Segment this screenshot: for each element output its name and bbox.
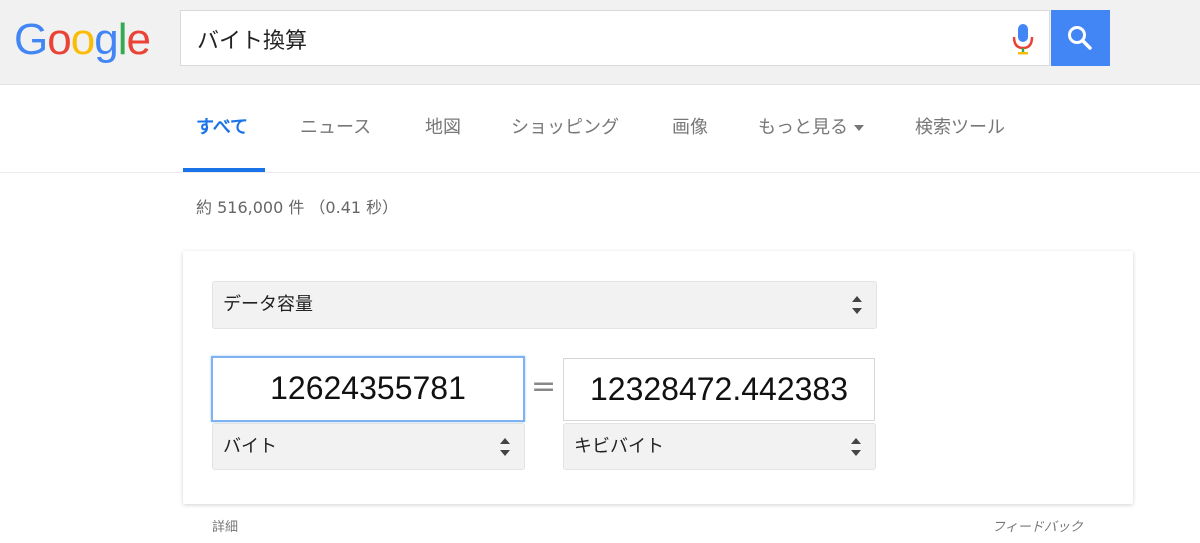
- unit-converter-card: データ容量 12624355781 = 12328472.442383 バイト …: [183, 251, 1133, 504]
- logo-letter: G: [14, 15, 48, 64]
- google-logo[interactable]: Google: [14, 14, 151, 66]
- from-value-input[interactable]: 12624355781: [211, 356, 525, 422]
- result-stats: 約 516,000 件 （0.41 秒）: [196, 198, 399, 217]
- from-unit-select[interactable]: バイト: [212, 423, 525, 470]
- microphone-icon[interactable]: [1007, 21, 1039, 57]
- search-tabs: すべて ニュース 地図 ショッピング 画像 もっと見る 検索ツール: [0, 84, 1200, 173]
- select-arrows-icon: [500, 437, 510, 456]
- to-unit-select[interactable]: キビバイト: [563, 423, 876, 470]
- active-tab-indicator: [183, 168, 265, 172]
- logo-letter: l: [117, 15, 128, 64]
- top-bar: Google: [0, 0, 1200, 85]
- search-button[interactable]: [1051, 10, 1110, 66]
- logo-letter: o: [70, 15, 96, 64]
- tab-all[interactable]: すべて: [196, 84, 248, 172]
- select-arrows-icon: [851, 437, 861, 456]
- to-unit-value: キビバイト: [574, 436, 664, 457]
- tab-search-tools[interactable]: 検索ツール: [915, 84, 1005, 172]
- tab-news[interactable]: ニュース: [300, 84, 371, 172]
- category-select[interactable]: データ容量: [212, 281, 877, 329]
- tab-maps[interactable]: 地図: [425, 84, 461, 172]
- tab-more-label: もっと見る: [758, 117, 848, 138]
- details-link[interactable]: 詳細: [212, 516, 238, 535]
- tab-shopping[interactable]: ショッピング: [511, 84, 619, 172]
- category-select-value: データ容量: [223, 294, 313, 315]
- search-box[interactable]: [180, 10, 1050, 67]
- feedback-link[interactable]: フィードバック: [992, 516, 1083, 535]
- from-unit-value: バイト: [223, 436, 277, 457]
- tab-more[interactable]: もっと見る: [758, 84, 864, 172]
- search-icon: [1068, 26, 1092, 50]
- dropdown-caret-icon: [854, 125, 864, 131]
- logo-letter: e: [126, 15, 151, 64]
- equals-sign: =: [531, 369, 557, 404]
- logo-letter: o: [47, 15, 72, 64]
- select-arrows-icon: [852, 296, 862, 314]
- to-value-input[interactable]: 12328472.442383: [563, 358, 875, 421]
- tab-images[interactable]: 画像: [672, 84, 708, 172]
- search-input[interactable]: [195, 11, 979, 67]
- logo-letter: g: [94, 15, 119, 64]
